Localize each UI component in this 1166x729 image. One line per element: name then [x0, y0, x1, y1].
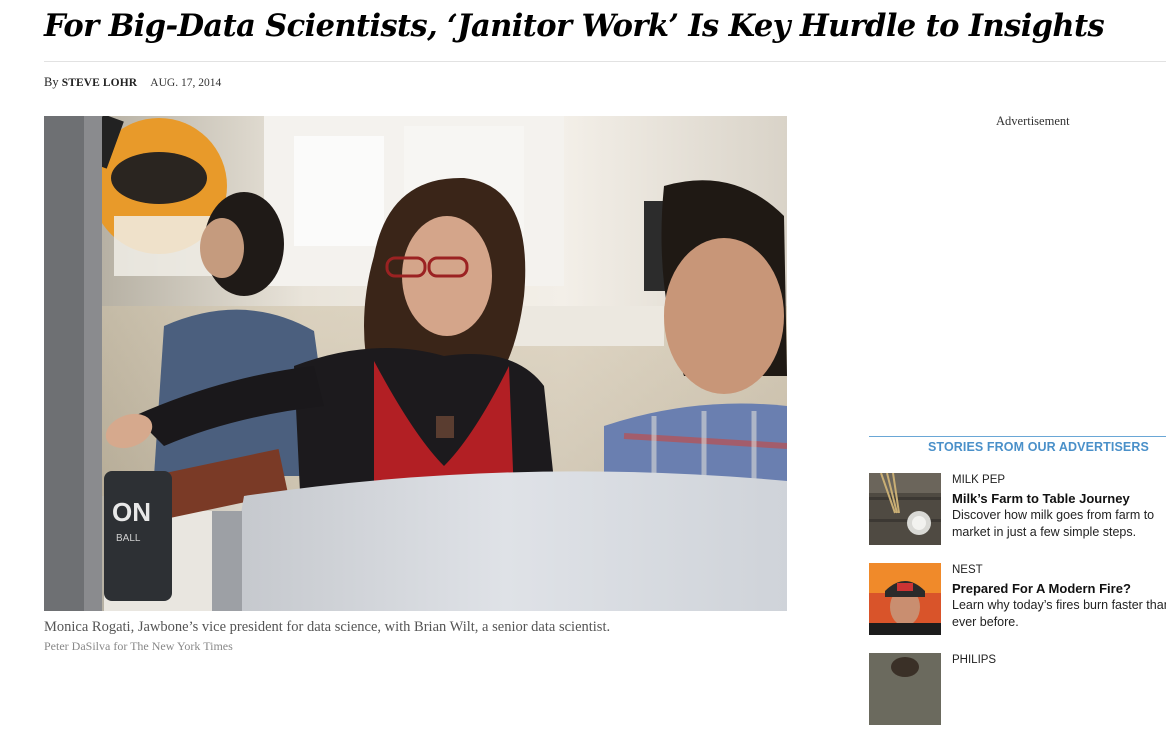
story-thumbnail[interactable] [869, 653, 941, 725]
header-divider [44, 61, 1166, 62]
story-sponsor: NEST [952, 564, 983, 576]
story-sponsor: MILK PEP [952, 474, 1006, 486]
story-description-line: market in just a few simple steps. [952, 525, 1137, 539]
article-headline: For Big-Data Scientists, ‘Janitor Work’ … [44, 8, 1105, 44]
byline-prefix: By [44, 75, 59, 89]
story-description: Discover how milk goes from farm to mark… [952, 507, 1166, 541]
story-headline-link[interactable]: Milk’s Farm to Table Journey [952, 491, 1166, 507]
author-link[interactable]: STEVE LOHR [62, 77, 137, 89]
advertisers-divider [869, 436, 1166, 437]
article-photo[interactable]: ON BALL [44, 116, 787, 611]
can-label: ON [112, 497, 151, 527]
story-headline-link[interactable]: Prepared For A Modern Fire? [952, 581, 1166, 597]
story-thumbnail[interactable] [869, 473, 941, 545]
advertiser-story[interactable]: PHILIPS [869, 653, 1166, 729]
photo-caption: Monica Rogati, Jawbone’s vice president … [44, 619, 611, 635]
byline: By STEVE LOHR AUG. 17, 2014 [44, 75, 221, 90]
can-sublabel: BALL [116, 533, 141, 544]
story-thumbnail[interactable] [869, 563, 941, 635]
advertisement-label: Advertisement [996, 114, 1070, 128]
advertiser-story[interactable]: NEST Prepared For A Modern Fire? Learn w… [869, 563, 1166, 639]
story-description-line: Discover how milk goes from farm to [952, 508, 1155, 522]
advertiser-story[interactable]: MILK PEP Milk’s Farm to Table Journey Di… [869, 473, 1166, 549]
story-description-line: ever before. [952, 615, 1019, 629]
advertisers-heading: STORIES FROM OUR ADVERTISERS [928, 440, 1149, 454]
photo-credit: Peter DaSilva for The New York Times [44, 639, 233, 653]
publish-date: AUG. 17, 2014 [150, 77, 222, 89]
story-description-line: Learn why today’s fires burn faster than [952, 598, 1166, 612]
story-description: Learn why today’s fires burn faster than… [952, 597, 1166, 631]
